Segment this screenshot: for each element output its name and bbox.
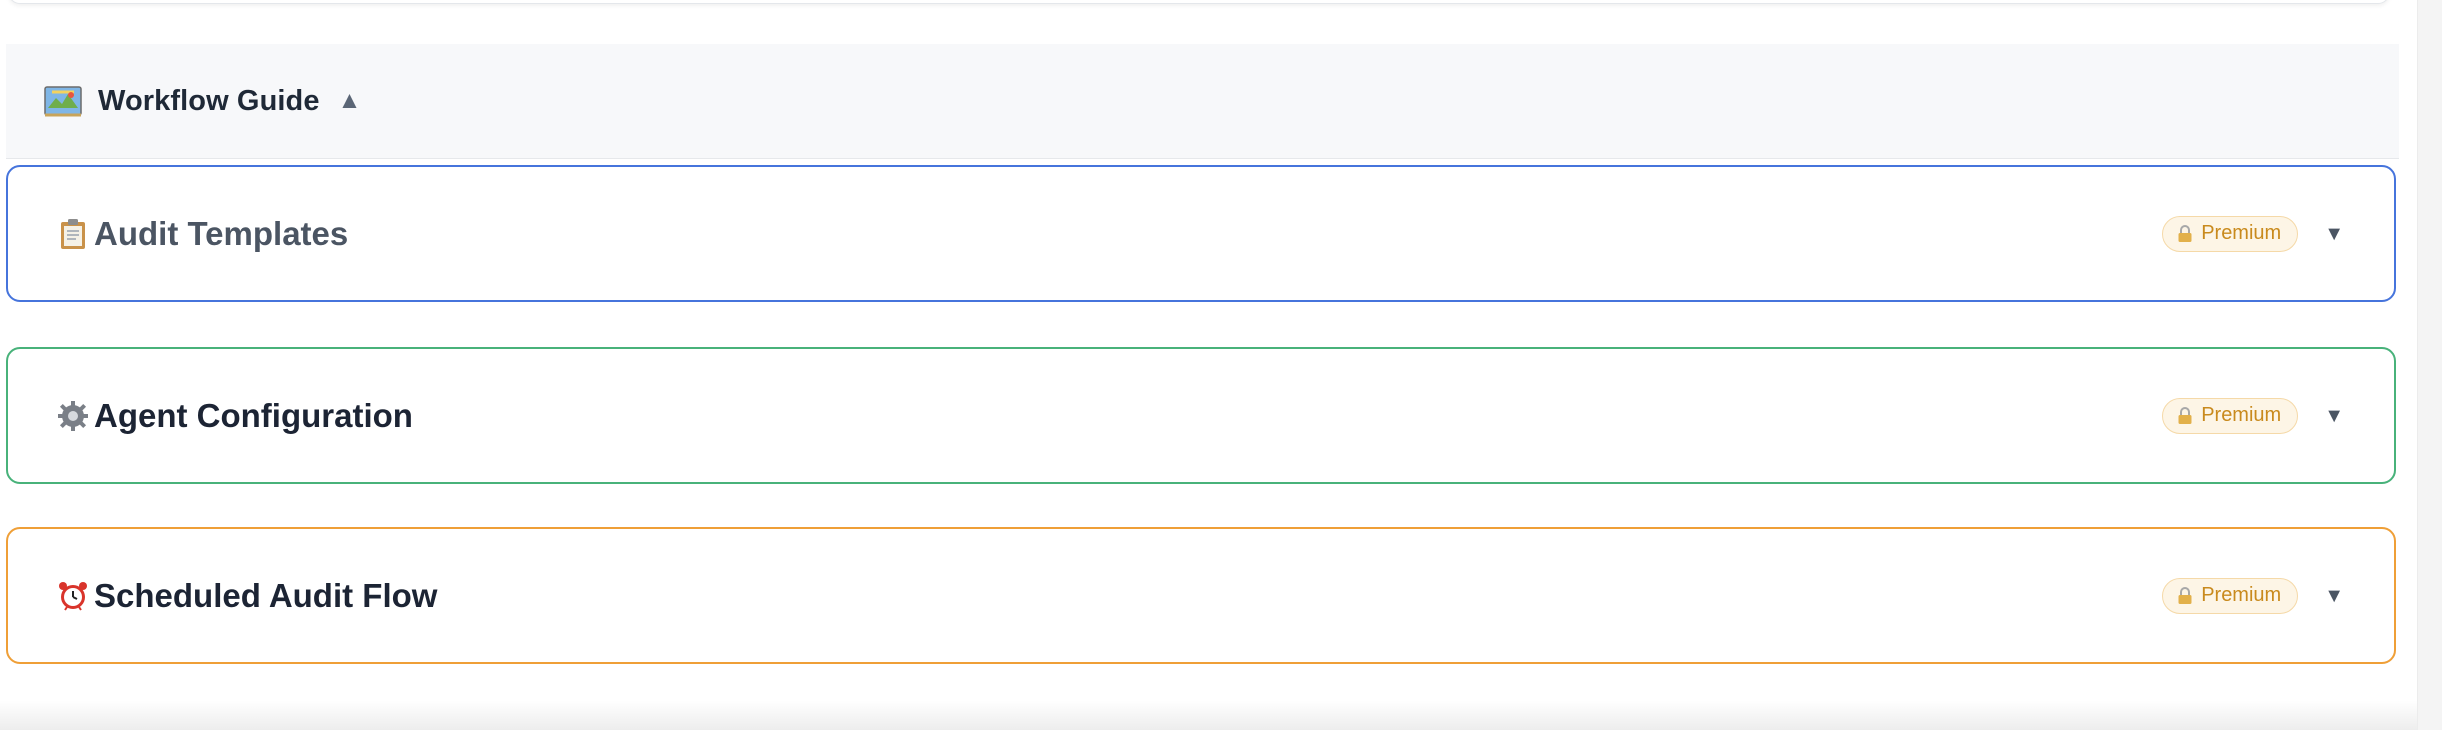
badge-label: Premium — [2201, 404, 2282, 426]
badge-label: Premium — [2201, 584, 2282, 606]
premium-badge: Premium — [2162, 577, 2299, 614]
previous-card-edge — [8, 0, 2390, 4]
chevron-down-icon[interactable]: ▼ — [2324, 586, 2344, 606]
accordion-agent-configuration[interactable]: Agent Configuration Premium ▼ — [6, 347, 2396, 484]
chevron-down-icon[interactable]: ▼ — [2324, 224, 2344, 244]
accordion-audit-templates[interactable]: Audit Templates Premium ▼ — [6, 165, 2396, 302]
alarm-clock-icon — [56, 579, 90, 613]
lock-icon — [2177, 406, 2193, 425]
accordion-scheduled-audit-flow[interactable]: Scheduled Audit Flow Premium ▼ — [6, 527, 2396, 664]
lock-icon — [2177, 586, 2193, 605]
card-title: Audit Templates — [94, 214, 349, 252]
premium-badge: Premium — [2162, 215, 2299, 252]
clipboard-icon — [56, 217, 90, 251]
scrollbar-track[interactable] — [2417, 0, 2442, 730]
chevron-down-icon[interactable]: ▼ — [2324, 406, 2344, 426]
badge-label: Premium — [2201, 222, 2282, 244]
card-title: Scheduled Audit Flow — [94, 576, 438, 614]
page: Workflow Guide ▲ Audit Templates Premium… — [0, 0, 2442, 730]
gear-icon — [56, 399, 90, 433]
workflow-guide-header[interactable]: Workflow Guide ▲ — [6, 44, 2399, 159]
bottom-shadow — [0, 700, 2420, 730]
premium-badge: Premium — [2162, 397, 2299, 434]
map-icon — [44, 84, 82, 118]
collapse-toggle-icon[interactable]: ▲ — [338, 89, 362, 113]
card-title: Agent Configuration — [94, 396, 413, 434]
lock-icon — [2177, 224, 2193, 243]
workflow-guide-title: Workflow Guide — [98, 84, 320, 117]
